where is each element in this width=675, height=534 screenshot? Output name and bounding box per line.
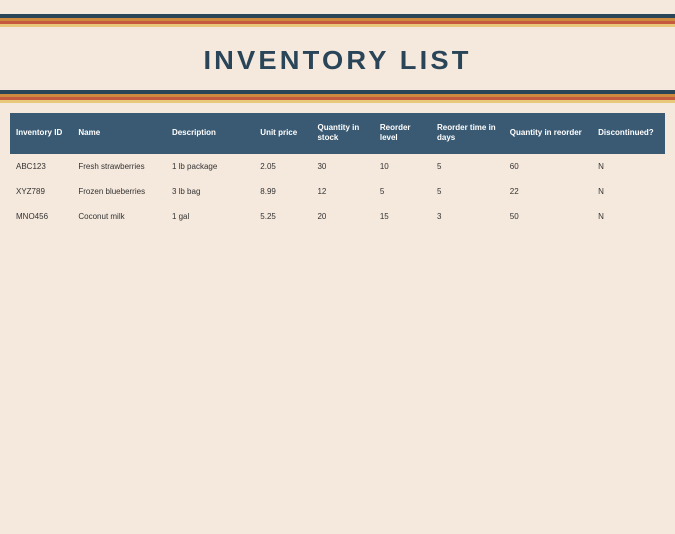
col-header-reorder-time: Reorder time in days [431,113,504,154]
cell-inventory-id: ABC123 [10,154,72,179]
cell-discontinued: N [592,154,665,179]
col-header-quantity-in-reorder: Quantity in reorder [504,113,592,154]
cell-discontinued: N [592,204,665,229]
col-header-description: Description [166,113,254,154]
cell-quantity-in-stock: 20 [311,204,373,229]
col-header-unit-price: Unit price [254,113,311,154]
cell-quantity-in-reorder: 50 [504,204,592,229]
cell-description: 1 gal [166,204,254,229]
mid-decorative-stripes [0,90,675,103]
table-header-row: Inventory ID Name Description Unit price… [10,113,665,154]
col-header-discontinued: Discontinued? [592,113,665,154]
cell-description: 3 lb bag [166,179,254,204]
cell-name: Fresh strawberries [72,154,166,179]
cell-reorder-level: 5 [374,179,431,204]
col-header-quantity-in-stock: Quantity in stock [311,113,373,154]
inventory-table: Inventory ID Name Description Unit price… [10,113,665,229]
cell-quantity-in-reorder: 60 [504,154,592,179]
cell-inventory-id: MNO456 [10,204,72,229]
col-header-reorder-level: Reorder level [374,113,431,154]
col-header-name: Name [72,113,166,154]
top-decorative-stripes [0,14,675,27]
cell-unit-price: 5.25 [254,204,311,229]
cell-reorder-time: 3 [431,204,504,229]
table-row: ABC123 Fresh strawberries 1 lb package 2… [10,154,665,179]
cell-unit-price: 8.99 [254,179,311,204]
page-title: INVENTORY LIST [0,45,675,76]
cell-reorder-level: 10 [374,154,431,179]
cell-quantity-in-stock: 12 [311,179,373,204]
cell-reorder-time: 5 [431,154,504,179]
cell-unit-price: 2.05 [254,154,311,179]
cell-quantity-in-reorder: 22 [504,179,592,204]
cell-reorder-level: 15 [374,204,431,229]
inventory-table-container: Inventory ID Name Description Unit price… [0,113,675,229]
stripe-yellow [0,24,675,27]
table-body: ABC123 Fresh strawberries 1 lb package 2… [10,154,665,229]
cell-description: 1 lb package [166,154,254,179]
table-row: MNO456 Coconut milk 1 gal 5.25 20 15 3 5… [10,204,665,229]
cell-quantity-in-stock: 30 [311,154,373,179]
table-row: XYZ789 Frozen blueberries 3 lb bag 8.99 … [10,179,665,204]
cell-discontinued: N [592,179,665,204]
cell-name: Coconut milk [72,204,166,229]
cell-inventory-id: XYZ789 [10,179,72,204]
cell-name: Frozen blueberries [72,179,166,204]
cell-reorder-time: 5 [431,179,504,204]
col-header-inventory-id: Inventory ID [10,113,72,154]
